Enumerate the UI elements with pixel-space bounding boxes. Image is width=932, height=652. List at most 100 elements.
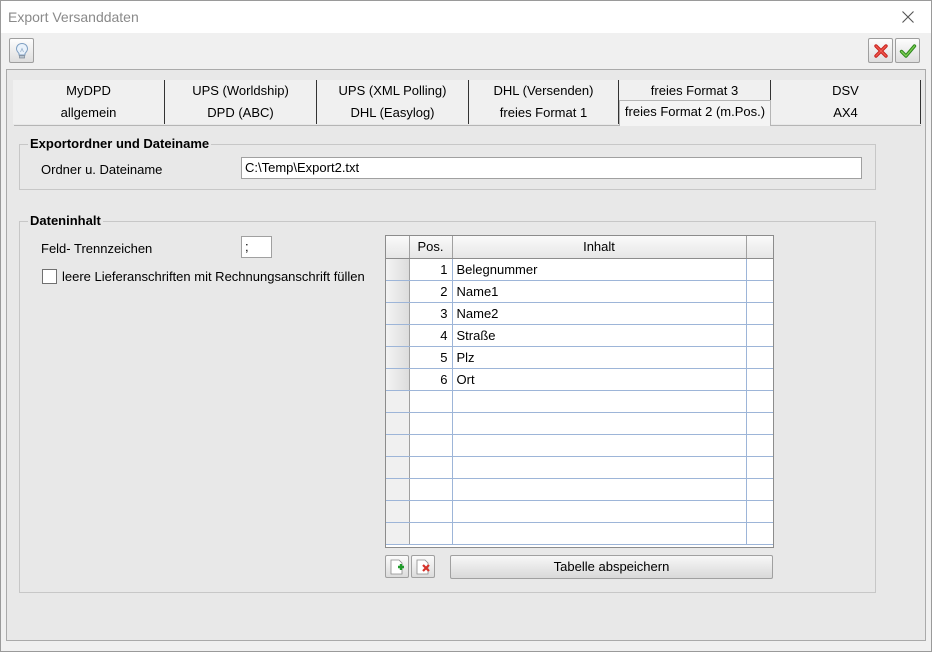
tab-dhl-versenden[interactable]: DHL (Versenden) — [469, 80, 619, 102]
title-bar: Export Versanddaten — [1, 1, 931, 33]
add-row-icon — [390, 559, 404, 574]
extra-cell — [746, 258, 773, 281]
row-indicator-header — [386, 236, 410, 259]
inhalt-cell[interactable] — [452, 500, 747, 523]
inhalt-cell[interactable] — [452, 412, 747, 435]
row-indicator-cell[interactable] — [386, 346, 410, 369]
inhalt-cell[interactable] — [452, 522, 747, 545]
tab-dpd-abc[interactable]: DPD (ABC) — [165, 102, 317, 124]
tab-allgemein[interactable]: allgemein — [13, 102, 165, 124]
row-indicator-cell[interactable] — [386, 522, 410, 545]
inhalt-cell[interactable] — [452, 390, 747, 413]
table-row[interactable] — [386, 390, 773, 413]
row-indicator-cell[interactable] — [386, 368, 410, 391]
tab-freies-format-3[interactable]: freies Format 3 — [619, 80, 771, 102]
pos-cell[interactable]: 5 — [409, 346, 453, 369]
save-table-button[interactable]: Tabelle abspeichern — [450, 555, 773, 579]
fill-address-checkbox-label: leere Lieferanschriften mit Rechnungsans… — [62, 269, 365, 284]
tab-ups-worldship[interactable]: UPS (Worldship) — [165, 80, 317, 102]
tab-dsv[interactable]: DSV — [771, 80, 921, 102]
table-row[interactable] — [386, 522, 773, 545]
red-x-icon — [873, 43, 888, 58]
hint-button[interactable] — [9, 38, 34, 63]
tab-ax4[interactable]: AX4 — [771, 102, 921, 124]
extra-cell — [746, 456, 773, 479]
cancel-button[interactable] — [868, 38, 893, 63]
table-row[interactable]: 6 Ort — [386, 368, 773, 391]
content-grid[interactable]: Pos. Inhalt 1 Belegnummer 2 Name1 3 Name2 4 Str… — [385, 235, 774, 548]
extra-cell — [746, 434, 773, 457]
extra-cell — [746, 522, 773, 545]
add-row-button[interactable] — [385, 555, 409, 578]
table-row[interactable]: 3 Name2 — [386, 302, 773, 325]
extra-cell — [746, 368, 773, 391]
inhalt-cell[interactable]: Belegnummer — [452, 258, 747, 281]
pos-cell[interactable] — [409, 478, 453, 501]
inhalt-cell[interactable] — [452, 478, 747, 501]
row-indicator-cell[interactable] — [386, 478, 410, 501]
pos-cell[interactable] — [409, 412, 453, 435]
pos-column-header[interactable]: Pos. — [409, 236, 453, 259]
separator-input[interactable]: ; — [241, 236, 272, 258]
delete-row-button[interactable] — [411, 555, 435, 578]
pos-cell[interactable]: 6 — [409, 368, 453, 391]
pos-cell[interactable] — [409, 390, 453, 413]
inhalt-cell[interactable]: Straße — [452, 324, 747, 347]
row-indicator-cell[interactable] — [386, 324, 410, 347]
extra-cell — [746, 390, 773, 413]
tab-freies-format-1[interactable]: freies Format 1 — [469, 102, 619, 124]
table-row[interactable] — [386, 412, 773, 435]
inhalt-cell[interactable]: Plz — [452, 346, 747, 369]
tab-page-freies-format-2: Exportordner und Dateiname Ordner u. Dat… — [14, 125, 921, 638]
separator-label: Feld- Trennzeichen — [41, 241, 153, 256]
table-row[interactable]: 2 Name1 — [386, 280, 773, 303]
tab-mydpd[interactable]: MyDPD — [13, 80, 165, 102]
row-indicator-cell[interactable] — [386, 390, 410, 413]
table-row[interactable] — [386, 456, 773, 479]
tab-ups-xml-polling[interactable]: UPS (XML Polling) — [317, 80, 469, 102]
inhalt-cell[interactable]: Name1 — [452, 280, 747, 303]
row-indicator-cell[interactable] — [386, 302, 410, 325]
pos-cell[interactable]: 4 — [409, 324, 453, 347]
table-row[interactable]: 5 Plz — [386, 346, 773, 369]
table-row[interactable]: 1 Belegnummer — [386, 258, 773, 281]
table-row[interactable]: 4 Straße — [386, 324, 773, 347]
row-indicator-cell[interactable] — [386, 456, 410, 479]
delete-row-icon — [416, 559, 430, 574]
green-check-icon — [899, 43, 916, 58]
pos-cell[interactable] — [409, 522, 453, 545]
inhalt-cell[interactable] — [452, 456, 747, 479]
inhalt-cell[interactable]: Ort — [452, 368, 747, 391]
data-content-group: Dateninhalt Feld- Trennzeichen ; leere L… — [19, 213, 876, 593]
row-indicator-cell[interactable] — [386, 500, 410, 523]
tab-freies-format-2[interactable]: freies Format 2 (m.Pos.) — [619, 100, 771, 126]
table-row[interactable] — [386, 434, 773, 457]
export-folder-group: Exportordner und Dateiname Ordner u. Dat… — [19, 136, 876, 190]
close-window-button[interactable] — [885, 1, 931, 33]
inhalt-cell[interactable]: Name2 — [452, 302, 747, 325]
data-content-group-title: Dateninhalt — [28, 213, 103, 228]
row-indicator-cell[interactable] — [386, 258, 410, 281]
tab-dhl-easylog[interactable]: DHL (Easylog) — [317, 102, 469, 124]
row-indicator-cell[interactable] — [386, 434, 410, 457]
content-table: Pos. Inhalt 1 Belegnummer 2 Name1 3 Name2 4 Str… — [386, 236, 773, 545]
table-row[interactable] — [386, 478, 773, 501]
pos-cell[interactable]: 1 — [409, 258, 453, 281]
extra-cell — [746, 346, 773, 369]
row-indicator-cell[interactable] — [386, 280, 410, 303]
pos-cell[interactable]: 2 — [409, 280, 453, 303]
table-row[interactable] — [386, 500, 773, 523]
pos-cell[interactable] — [409, 456, 453, 479]
inhalt-column-header[interactable]: Inhalt — [452, 236, 747, 259]
row-indicator-cell[interactable] — [386, 412, 410, 435]
pos-cell[interactable] — [409, 434, 453, 457]
pos-cell[interactable]: 3 — [409, 302, 453, 325]
extra-cell — [746, 302, 773, 325]
folder-input[interactable]: C:\Temp\Export2.txt — [241, 157, 862, 179]
extra-cell — [746, 412, 773, 435]
inhalt-cell[interactable] — [452, 434, 747, 457]
folder-label: Ordner u. Dateiname — [41, 162, 163, 177]
ok-button[interactable] — [895, 38, 920, 63]
fill-address-checkbox[interactable] — [42, 269, 57, 284]
pos-cell[interactable] — [409, 500, 453, 523]
